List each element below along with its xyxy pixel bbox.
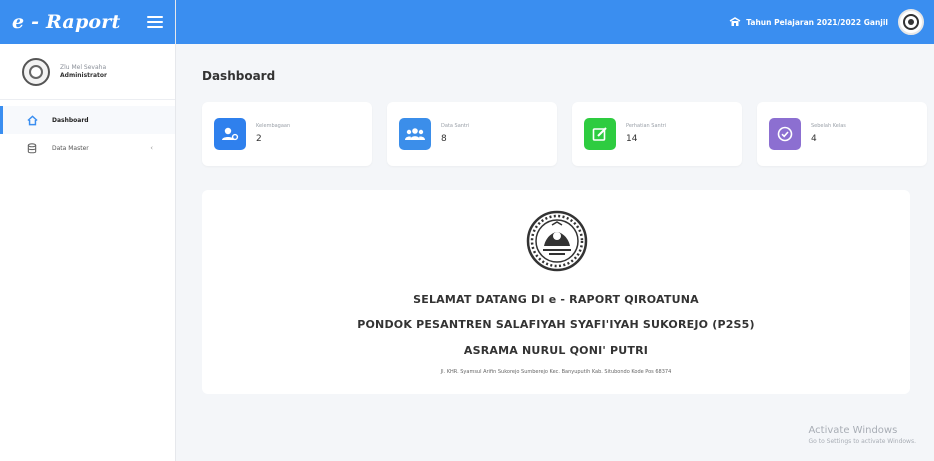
profile-avatar[interactable] xyxy=(898,9,924,35)
stat-card-kelembagaan[interactable]: Kelembagaan 2 xyxy=(202,102,372,166)
sidebar: e - Raport Zlu Mel Sevaha Administrator … xyxy=(0,0,176,461)
page-title: Dashboard xyxy=(202,69,276,83)
app-logo-text[interactable]: e - Raport xyxy=(12,11,121,33)
stat-value: 2 xyxy=(256,134,262,144)
stat-value: 8 xyxy=(441,134,447,144)
stat-card-sebelah-kelas[interactable]: Sebelah Kelas 4 xyxy=(757,102,927,166)
institution-seal-logo xyxy=(526,210,588,272)
database-icon xyxy=(26,142,38,154)
school-year-indicator: Tahun Pelajaran 2021/2022 Ganjil xyxy=(729,17,888,27)
stat-card-perhatian-santri[interactable]: Perhatian Santri 14 xyxy=(572,102,742,166)
sidebar-item-data-master[interactable]: Data Master ‹ xyxy=(0,134,175,162)
stat-label: Kelembagaan xyxy=(256,123,291,129)
hamburger-menu-icon[interactable] xyxy=(146,16,163,28)
school-icon xyxy=(729,17,741,26)
home-icon xyxy=(26,114,38,126)
user-panel: Zlu Mel Sevaha Administrator xyxy=(0,44,175,100)
sidebar-item-label: Data Master xyxy=(52,144,89,152)
user-role: Administrator xyxy=(60,71,107,79)
watermark-subtitle: Go to Settings to activate Windows. xyxy=(808,438,916,445)
brand-bar: e - Raport xyxy=(0,0,175,44)
main-content: Dashboard Kelembagaan 2 Data Santri 8 Pe… xyxy=(176,44,934,461)
sidebar-menu: Dashboard Data Master ‹ xyxy=(0,106,175,162)
stat-value: 4 xyxy=(811,134,817,144)
stat-label: Data Santri xyxy=(441,123,470,129)
chevron-left-icon: ‹ xyxy=(150,144,153,152)
sidebar-item-dashboard[interactable]: Dashboard xyxy=(0,106,175,134)
windows-activation-watermark: Activate Windows Go to Settings to activ… xyxy=(809,425,916,445)
user-name: Zlu Mel Sevaha xyxy=(60,64,107,72)
welcome-institution: PONDOK PESANTREN SALAFIYAH SYAFI'IYAH SU… xyxy=(357,318,755,331)
user-avatar xyxy=(22,57,50,86)
watermark-title: Activate Windows xyxy=(808,425,898,436)
stat-value: 14 xyxy=(626,134,638,144)
welcome-title: SELAMAT DATANG DI e - RAPORT QIROATUNA xyxy=(413,293,699,306)
stat-card-data-santri[interactable]: Data Santri 8 xyxy=(387,102,557,166)
user-cog-icon xyxy=(214,118,246,150)
edit-icon xyxy=(584,118,616,150)
stat-label: Perhatian Santri xyxy=(626,123,667,129)
users-icon xyxy=(399,118,431,150)
school-year-text: Tahun Pelajaran 2021/2022 Ganjil xyxy=(746,17,888,27)
welcome-dormitory: ASRAMA NURUL QONI' PUTRI xyxy=(463,344,649,357)
top-navbar: Tahun Pelajaran 2021/2022 Ganjil xyxy=(176,0,934,44)
sidebar-item-label: Dashboard xyxy=(52,116,89,124)
check-circle-icon xyxy=(769,118,801,150)
welcome-address: Jl. KHR. Syamsul Arifin Sukorejo Sumbere… xyxy=(440,369,672,375)
welcome-panel: SELAMAT DATANG DI e - RAPORT QIROATUNA P… xyxy=(202,190,910,394)
stat-label: Sebelah Kelas xyxy=(811,123,846,129)
